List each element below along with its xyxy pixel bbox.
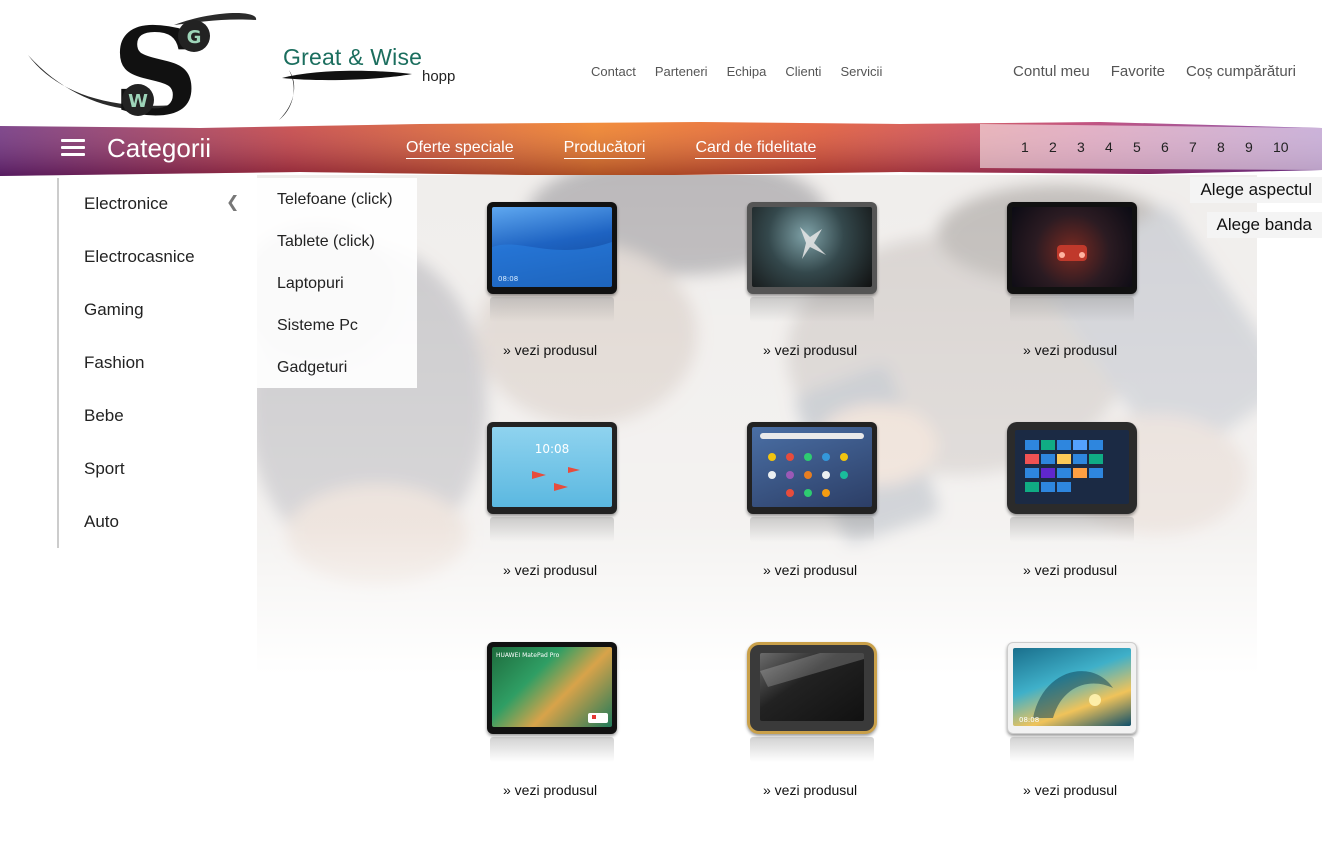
product-image[interactable]: HUAWEI MatePad Pro	[487, 642, 617, 734]
favorites-link[interactable]: Favorite	[1111, 63, 1165, 80]
submenu-item-laptops[interactable]: Laptopuri	[277, 275, 344, 293]
chevron-left-icon[interactable]: ❮	[226, 192, 239, 212]
nav-clienti[interactable]: Clienti	[785, 64, 821, 79]
screen-brand-text: HUAWEI MatePad Pro	[496, 652, 560, 659]
view-product-link[interactable]: » vezi produsul	[503, 342, 633, 358]
account-nav: Contul meu Favorite Coș cumpărături	[992, 63, 1296, 80]
page-1[interactable]: 1	[1021, 139, 1049, 155]
site-logo[interactable]: S G W	[24, 2, 304, 143]
brand-swoosh	[282, 70, 412, 81]
nav-servicii[interactable]: Servicii	[840, 64, 882, 79]
product-image[interactable]	[1007, 422, 1137, 514]
promo-links: Oferte speciale Producători Card de fide…	[406, 139, 866, 159]
image-reflection	[750, 737, 874, 762]
nav-echipa[interactable]: Echipa	[727, 64, 767, 79]
producers-link[interactable]: Producători	[563, 139, 646, 159]
sidebar-item-gaming[interactable]: Gaming	[84, 300, 144, 320]
screen-clock: 08:08	[498, 275, 518, 283]
sidebar-item-bebe[interactable]: Bebe	[84, 406, 124, 426]
view-product-link[interactable]: » vezi produsul	[503, 562, 633, 578]
product-image[interactable]	[1007, 202, 1137, 294]
cart-link[interactable]: Coș cumpărături	[1186, 63, 1296, 80]
top-nav: Contact Parteneri Echipa Clienti Servici…	[591, 64, 901, 79]
sidebar-item-auto[interactable]: Auto	[84, 512, 119, 532]
view-product-link[interactable]: » vezi produsul	[1023, 562, 1153, 578]
my-account-link[interactable]: Contul meu	[1013, 63, 1090, 80]
screen-clock: 10:08	[535, 442, 570, 456]
sidebar-item-sport[interactable]: Sport	[84, 459, 125, 479]
logo-w: W	[128, 91, 148, 112]
product-image[interactable]	[747, 202, 877, 294]
menu-icon[interactable]	[61, 139, 85, 157]
page-9[interactable]: 9	[1245, 139, 1273, 155]
loyalty-card-link[interactable]: Card de fidelitate	[695, 139, 817, 159]
page-8[interactable]: 8	[1217, 139, 1245, 155]
page-5[interactable]: 5	[1133, 139, 1161, 155]
product-image[interactable]	[747, 422, 877, 514]
submenu-item-tablets[interactable]: Tablete (click)	[277, 233, 375, 251]
submenu-item-pc-systems[interactable]: Sisteme Pc	[277, 317, 358, 335]
image-reflection	[750, 517, 874, 542]
view-product-link[interactable]: » vezi produsul	[763, 782, 893, 798]
image-reflection	[1010, 517, 1134, 542]
electronics-submenu: Telefoane (click) Tablete (click) Laptop…	[257, 178, 417, 388]
choose-look-button[interactable]: Alege aspectul	[1190, 177, 1322, 203]
image-reflection	[490, 297, 614, 322]
special-offers-link[interactable]: Oferte speciale	[406, 139, 514, 159]
product-image[interactable]: 08:08	[487, 202, 617, 294]
sidebar-item-electronice[interactable]: Electronice	[84, 194, 168, 214]
logo-g: G	[187, 27, 202, 48]
view-product-link[interactable]: » vezi produsul	[503, 782, 633, 798]
submenu-item-phones[interactable]: Telefoane (click)	[277, 191, 393, 209]
product-image[interactable]: 08:08	[1007, 642, 1137, 734]
categories-title[interactable]: Categorii	[107, 133, 211, 164]
page-4[interactable]: 4	[1105, 139, 1133, 155]
page-6[interactable]: 6	[1161, 139, 1189, 155]
image-reflection	[1010, 297, 1134, 322]
pagination: 1 2 3 4 5 6 7 8 9 10	[1021, 139, 1301, 155]
nav-contact[interactable]: Contact	[591, 64, 636, 79]
submenu-item-gadgets[interactable]: Gadgeturi	[277, 359, 347, 377]
image-reflection	[490, 517, 614, 542]
sidebar-item-electrocasnice[interactable]: Electrocasnice	[84, 247, 195, 267]
sidebar-item-fashion[interactable]: Fashion	[84, 353, 144, 373]
page-3[interactable]: 3	[1077, 139, 1105, 155]
screen-clock: 08:08	[1019, 716, 1039, 724]
view-product-link[interactable]: » vezi produsul	[763, 342, 893, 358]
category-sidebar: Electronice ❮ Electrocasnice Gaming Fash…	[57, 178, 257, 548]
page-7[interactable]: 7	[1189, 139, 1217, 155]
page-2[interactable]: 2	[1049, 139, 1077, 155]
product-image[interactable]	[747, 642, 877, 734]
image-reflection	[750, 297, 874, 322]
nav-parteneri[interactable]: Parteneri	[655, 64, 708, 79]
page-10[interactable]: 10	[1273, 139, 1301, 155]
view-product-link[interactable]: » vezi produsul	[763, 562, 893, 578]
view-product-link[interactable]: » vezi produsul	[1023, 342, 1153, 358]
brand-subtitle: hopp	[422, 68, 456, 85]
product-image[interactable]: 10:08	[487, 422, 617, 514]
choose-band-button[interactable]: Alege banda	[1206, 212, 1322, 238]
image-reflection	[490, 737, 614, 762]
image-reflection	[1010, 737, 1134, 762]
view-product-link[interactable]: » vezi produsul	[1023, 782, 1153, 798]
